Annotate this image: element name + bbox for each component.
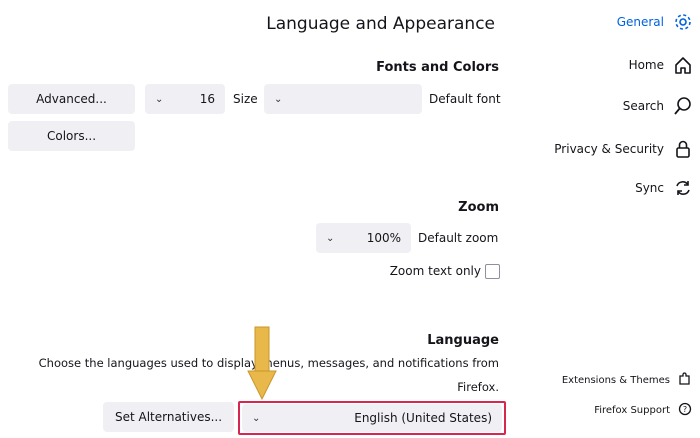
default-zoom-value: 100% [366, 231, 401, 245]
chevron-down-icon: ⌄ [326, 232, 335, 244]
svg-text:?: ? [683, 405, 687, 414]
language-value: English (United States) [354, 411, 492, 425]
set-alternatives-button[interactable]: Set Alternatives... [103, 402, 234, 432]
default-font-select[interactable]: ⌄ [264, 84, 422, 114]
default-zoom-select[interactable]: ⌄ 100% [316, 223, 411, 253]
search-icon [672, 95, 694, 117]
sidebar-item-general[interactable]: General [617, 11, 694, 33]
zoom-text-only-checkbox[interactable] [485, 264, 500, 279]
chevron-down-icon: ⌄ [155, 93, 164, 105]
size-value: 16 [199, 92, 215, 106]
lock-icon [672, 138, 694, 160]
colors-button[interactable]: Colors... [8, 121, 135, 151]
language-select[interactable]: ⌄ English (United States) [242, 404, 502, 432]
advanced-button[interactable]: Advanced... [8, 84, 135, 114]
sidebar-item-search[interactable]: Search [623, 95, 694, 117]
zoom-heading: Zoom [458, 200, 499, 215]
zoom-text-only-label: Zoom text only [389, 264, 481, 278]
language-heading: Language [427, 333, 499, 348]
size-label: Size [233, 92, 258, 106]
sidebar-item-sync[interactable]: Sync [635, 177, 694, 199]
sidebar-footer-extensions[interactable]: Extensions & Themes [562, 372, 692, 389]
default-font-label: Default font [429, 92, 501, 106]
arrow-down-icon [247, 325, 277, 405]
help-icon: ? [678, 402, 692, 419]
size-select[interactable]: ⌄ 16 [145, 84, 225, 114]
sidebar-item-label: Privacy & Security [554, 142, 664, 156]
sidebar-item-label: General [616, 15, 664, 29]
language-description-line2: Firefox. [457, 380, 499, 394]
sidebar-item-label: Home [628, 58, 664, 72]
chevron-down-icon: ⌄ [252, 412, 261, 424]
sidebar-item-label: Extensions & Themes [561, 375, 670, 386]
gear-icon [672, 11, 694, 33]
sidebar-item-privacy[interactable]: Privacy & Security [554, 138, 694, 160]
sidebar-item-home[interactable]: Home [629, 54, 694, 76]
page-title: Language and Appearance [266, 14, 495, 34]
sidebar-item-label: Search [622, 99, 664, 113]
sidebar-item-label: Sync [635, 181, 664, 195]
chevron-down-icon: ⌄ [274, 93, 283, 105]
sidebar-item-label: Firefox Support [594, 405, 670, 416]
default-zoom-label: Default zoom [418, 231, 499, 245]
sidebar-footer-support[interactable]: Firefox Support ? [594, 402, 692, 419]
home-icon [672, 54, 694, 76]
fonts-heading: Fonts and Colors [376, 60, 499, 75]
sync-icon [672, 177, 694, 199]
puzzle-icon [678, 372, 692, 389]
